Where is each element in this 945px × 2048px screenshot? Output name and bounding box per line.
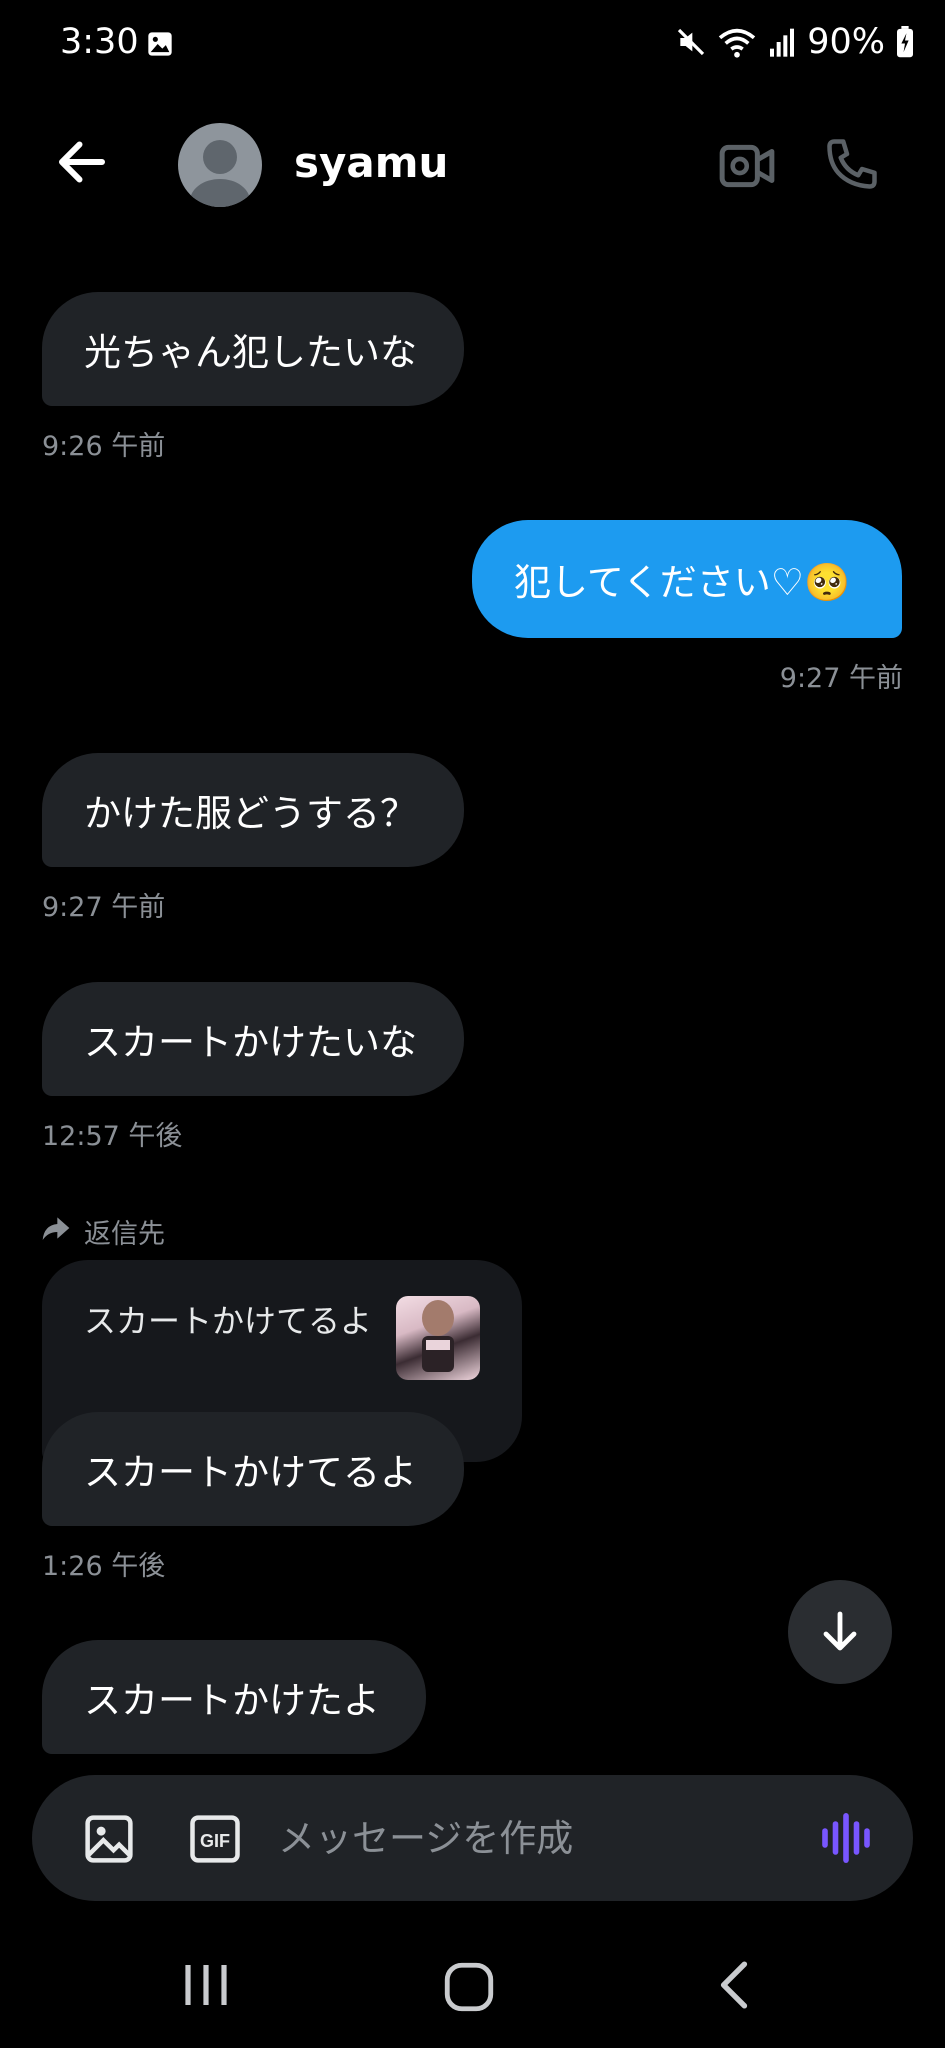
avatar[interactable]	[178, 123, 262, 207]
nav-back-icon[interactable]	[714, 1960, 754, 2010]
message-timestamp: 9:27 午前	[42, 892, 166, 923]
quoted-message-text: スカートかけてるよ	[84, 1302, 373, 1340]
message-timestamp: 9:27 午前	[779, 663, 903, 694]
gallery-icon	[148, 32, 172, 56]
phone-icon[interactable]	[822, 134, 882, 194]
recent-apps-icon[interactable]	[176, 1960, 236, 2010]
gif-label: GIF	[200, 1831, 230, 1851]
video-call-icon[interactable]	[718, 138, 776, 194]
conversation-username[interactable]: syamu	[294, 138, 448, 187]
voice-message-icon[interactable]	[818, 1810, 874, 1866]
image-icon[interactable]	[82, 1812, 136, 1866]
status-time: 3:30	[60, 22, 139, 62]
home-icon[interactable]	[440, 1958, 498, 2016]
message-bubble-sent[interactable]: 犯してください♡🥺	[472, 520, 902, 638]
default-avatar-icon	[190, 140, 250, 207]
battery-icon	[897, 26, 913, 58]
back-arrow-icon[interactable]	[52, 132, 112, 192]
message-bubble[interactable]: スカートかけたよ	[42, 1640, 426, 1754]
message-input[interactable]	[278, 1805, 778, 1871]
reply-label: 返信先	[84, 1219, 165, 1250]
battery-percent: 90%	[807, 22, 885, 62]
message-bubble[interactable]: 光ちゃん犯したいな	[42, 292, 464, 406]
message-timestamp: 12:57 午後	[42, 1121, 183, 1152]
scroll-to-bottom-button[interactable]	[788, 1580, 892, 1684]
wifi-icon	[719, 28, 756, 58]
mute-icon	[678, 28, 705, 56]
message-timestamp: 9:26 午前	[42, 431, 166, 462]
arrow-down-icon	[823, 1611, 857, 1651]
gif-icon[interactable]: GIF	[188, 1812, 242, 1866]
message-bubble[interactable]: スカートかけてるよ	[42, 1412, 464, 1526]
message-timestamp: 1:26 午後	[42, 1551, 166, 1582]
photo-thumbnail-icon	[422, 1300, 454, 1372]
status-icons: 90%	[675, 22, 915, 62]
signal-icon	[770, 28, 795, 57]
quoted-media-thumbnail[interactable]	[396, 1296, 480, 1380]
reply-arrow-icon	[42, 1217, 70, 1240]
message-bubble[interactable]: スカートかけたいな	[42, 982, 464, 1096]
message-bubble[interactable]: かけた服どうする？	[42, 753, 464, 867]
